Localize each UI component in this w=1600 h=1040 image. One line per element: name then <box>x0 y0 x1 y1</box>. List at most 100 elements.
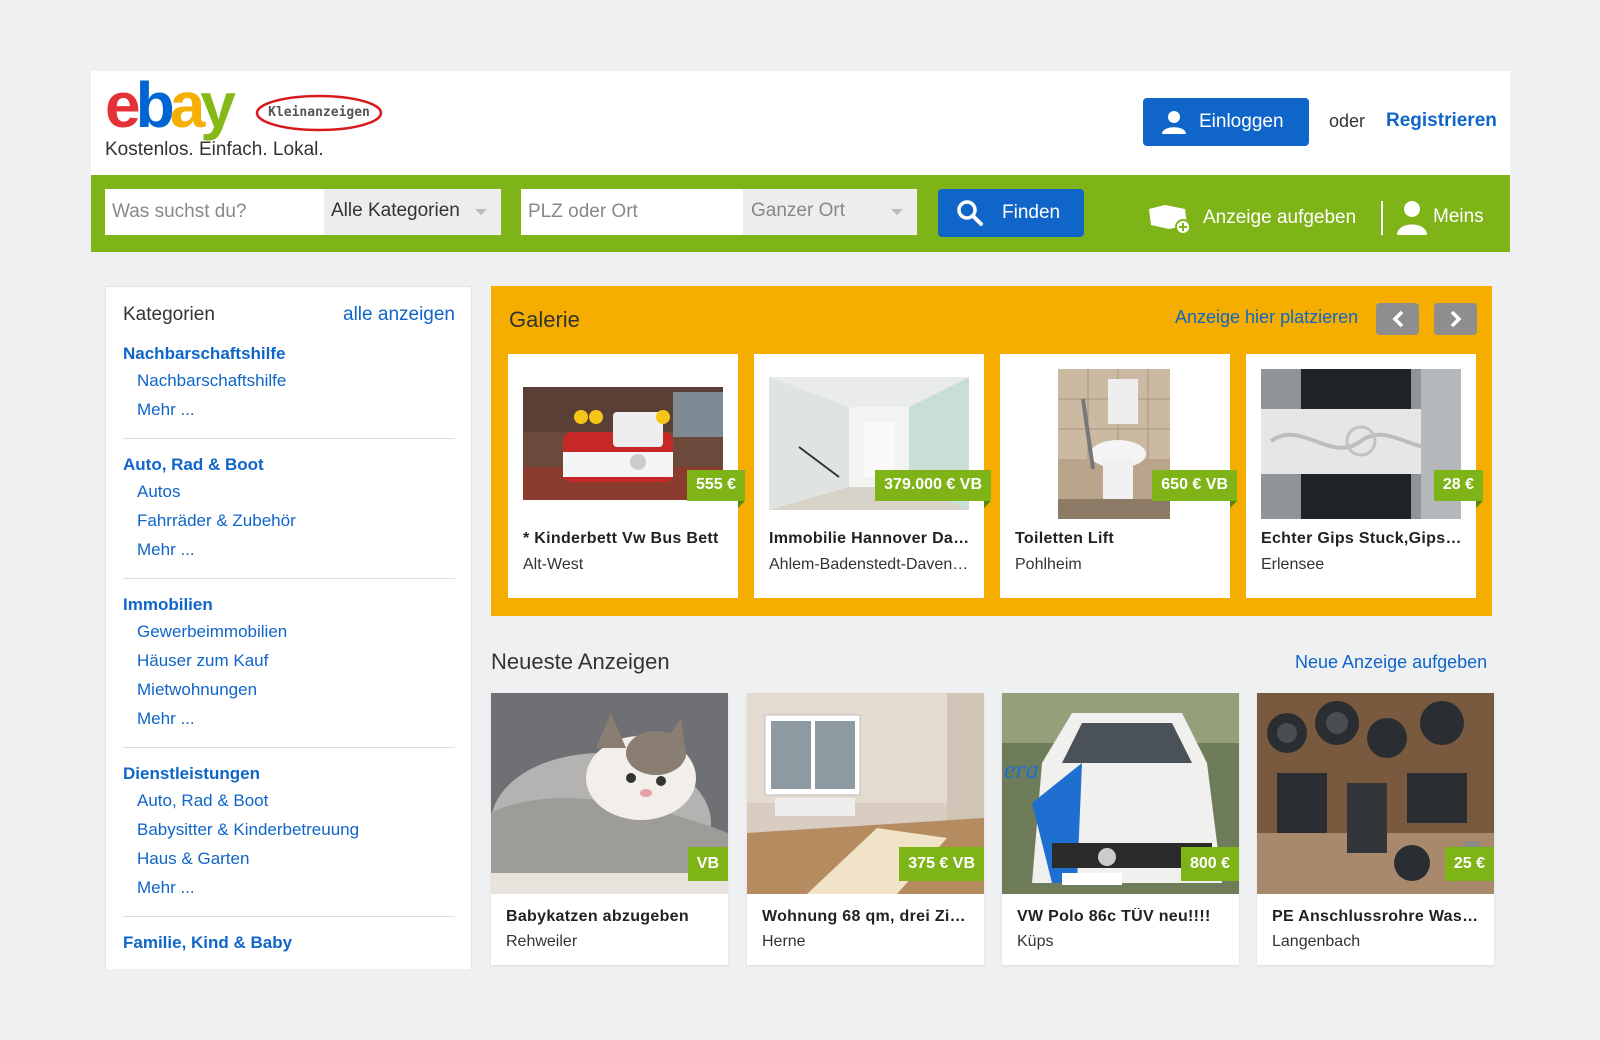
chevron-down-icon <box>891 209 903 215</box>
user-icon <box>1162 111 1186 134</box>
listing-location: Alt-West <box>523 556 584 573</box>
register-link[interactable]: Registrieren <box>1386 110 1497 132</box>
listing-title: Echter Gips Stuck,Gipsstuck <box>1261 530 1466 547</box>
post-ad-label: Anzeige aufgeben <box>1203 207 1357 228</box>
newest-title: Neueste Anzeigen <box>491 649 670 674</box>
search-input[interactable] <box>105 189 324 235</box>
category-title[interactable]: Familie, Kind & Baby <box>123 933 455 953</box>
price-badge: 379.000 € VB <box>875 470 991 508</box>
kleinanzeigen-badge: Kleinanzeigen <box>254 93 384 133</box>
chevron-left-icon <box>1392 310 1403 328</box>
subcategory-link[interactable]: Häuser zum Kauf <box>137 651 455 671</box>
listing-card[interactable]: 375 € VB Wohnung 68 qm, drei Zimmer Hern… <box>747 693 984 965</box>
category-select-value: Alle Kategorien <box>331 200 460 221</box>
subcategory-link[interactable]: Gewerbeimmobilien <box>137 622 455 642</box>
listing-title: Immobilie Hannover Dachgeschoss <box>769 530 974 547</box>
more-link[interactable]: Mehr ... <box>137 540 455 560</box>
category-group: Auto, Rad & Boot Autos Fahrräder & Zubeh… <box>123 455 455 579</box>
price-badge: 28 € <box>1433 470 1484 508</box>
subcategory-link[interactable]: Babysitter & Kinderbetreuung <box>137 820 455 840</box>
sidebar-title: Kategorien <box>123 304 215 325</box>
chevron-right-icon <box>1450 310 1461 328</box>
listing-title: Babykatzen abzugeben <box>506 908 689 925</box>
more-link[interactable]: Mehr ... <box>137 400 455 420</box>
search-bar: Alle Kategorien Ganzer Ort Finden Anzeig… <box>91 175 1510 252</box>
subcategory-link[interactable]: Auto, Rad & Boot <box>137 791 455 811</box>
listing-location: Ahlem-Badenstedt-Davenstedt <box>769 556 969 573</box>
gallery-prev-button[interactable] <box>1376 303 1419 335</box>
subcategory-link[interactable]: Mietwohnungen <box>137 680 455 700</box>
listing-location: Langenbach <box>1272 933 1361 950</box>
category-title[interactable]: Auto, Rad & Boot <box>123 455 455 475</box>
gallery-title: Galerie <box>509 307 580 332</box>
my-account-button[interactable]: Meins <box>1395 199 1484 235</box>
gallery-section: Galerie Anzeige hier platzieren 555 € * … <box>491 286 1492 616</box>
price-badge: 375 € VB <box>899 847 984 881</box>
listing-image <box>1261 369 1461 519</box>
listing-location: Küps <box>1017 933 1054 950</box>
ebay-logo-word: ebay <box>105 71 236 141</box>
category-select[interactable]: Alle Kategorien <box>324 189 501 235</box>
category-title[interactable]: Dienstleistungen <box>123 764 455 784</box>
listing-title: Wohnung 68 qm, drei Zimmer <box>762 908 974 925</box>
listing-location: Erlensee <box>1261 556 1325 573</box>
sidebar-header: Kategorien alle anzeigen <box>123 304 455 326</box>
categories-sidebar: Kategorien alle anzeigen Nachbarschaftsh… <box>105 286 472 969</box>
subcategory-link[interactable]: Haus & Garten <box>137 849 455 869</box>
location-input[interactable] <box>521 189 743 235</box>
price-badge: 800 € <box>1180 847 1239 881</box>
gallery-card[interactable]: 28 € Echter Gips Stuck,Gipsstuck Erlense… <box>1246 354 1484 598</box>
subcategory-link[interactable]: Fahrräder & Zubehör <box>137 511 455 531</box>
listing-title: VW Polo 86c TÜV neu!!!! <box>1017 908 1211 925</box>
category-list: Nachbarschaftshilfe Nachbarschaftshilfe … <box>123 344 455 969</box>
gallery-next-button[interactable] <box>1434 303 1477 335</box>
chevron-down-icon <box>475 209 487 215</box>
listing-card[interactable]: era 800 € VW Polo 86c TÜV neu!!!! Küps <box>1002 693 1239 965</box>
or-text: oder <box>1329 111 1366 131</box>
gallery-cards: 555 € * Kinderbett Vw Bus Bett Alt-West <box>508 354 1484 598</box>
show-all-categories-link[interactable]: alle anzeigen <box>343 304 455 326</box>
page: ebay Kleinanzeigen Kostenlos. Einfach. L… <box>91 71 1510 969</box>
listing-title: * Kinderbett Vw Bus Bett <box>523 530 719 547</box>
more-link[interactable]: Mehr ... <box>137 709 455 729</box>
category-group: Immobilien Gewerbeimmobilien Häuser zum … <box>123 595 455 748</box>
price-badge: 555 € <box>686 470 746 508</box>
new-ad-link[interactable]: Neue Anzeige aufgeben <box>1295 652 1487 673</box>
login-button[interactable]: Einloggen <box>1143 98 1309 146</box>
find-label: Finden <box>1002 202 1061 223</box>
listing-title: Toiletten Lift <box>1015 530 1114 547</box>
post-ad-icon <box>1149 205 1191 235</box>
listing-location: Herne <box>762 933 806 950</box>
radius-select[interactable]: Ganzer Ort <box>743 189 917 235</box>
more-link[interactable]: Mehr ... <box>137 878 455 898</box>
category-title[interactable]: Immobilien <box>123 595 455 615</box>
category-group: Familie, Kind & Baby <box>123 933 455 969</box>
listing-location: Pohlheim <box>1015 556 1082 573</box>
gallery-card[interactable]: 650 € VB Toiletten Lift Pohlheim <box>1000 354 1237 598</box>
search-icon <box>957 200 983 226</box>
price-badge: 25 € <box>1444 847 1494 881</box>
subcategory-link[interactable]: Nachbarschaftshilfe <box>137 371 455 391</box>
price-badge: VB <box>687 847 728 881</box>
place-ad-here-link[interactable]: Anzeige hier platzieren <box>1175 307 1358 328</box>
listing-title: PE Anschlussrohre Wasser <box>1272 908 1484 925</box>
price-badge: 650 € VB <box>1152 470 1237 508</box>
gallery-card[interactable]: 555 € * Kinderbett Vw Bus Bett Alt-West <box>508 354 746 598</box>
divider <box>1381 201 1383 235</box>
find-button[interactable]: Finden <box>938 189 1084 237</box>
post-ad-button[interactable]: Anzeige aufgeben <box>1145 201 1356 235</box>
category-title[interactable]: Nachbarschaftshilfe <box>123 344 455 364</box>
header: ebay Kleinanzeigen Kostenlos. Einfach. L… <box>91 71 1510 175</box>
subcategory-link[interactable]: Autos <box>137 482 455 502</box>
listing-location: Rehweiler <box>506 933 578 950</box>
category-group: Nachbarschaftshilfe Nachbarschaftshilfe … <box>123 344 455 439</box>
gallery-card[interactable]: 379.000 € VB Immobilie Hannover Dachgesc… <box>754 354 991 598</box>
radius-select-value: Ganzer Ort <box>751 200 845 221</box>
my-account-label: Meins <box>1433 206 1484 227</box>
listing-card[interactable]: VB Babykatzen abzugeben Rehweiler <box>491 693 728 965</box>
tagline: Kostenlos. Einfach. Lokal. <box>105 139 324 160</box>
category-group: Dienstleistungen Auto, Rad & Boot Babysi… <box>123 764 455 917</box>
listing-card[interactable]: 25 € PE Anschlussrohre Wasser Langenbach <box>1257 693 1494 965</box>
user-icon <box>1397 201 1427 235</box>
badge-text: Kleinanzeigen <box>268 105 370 120</box>
